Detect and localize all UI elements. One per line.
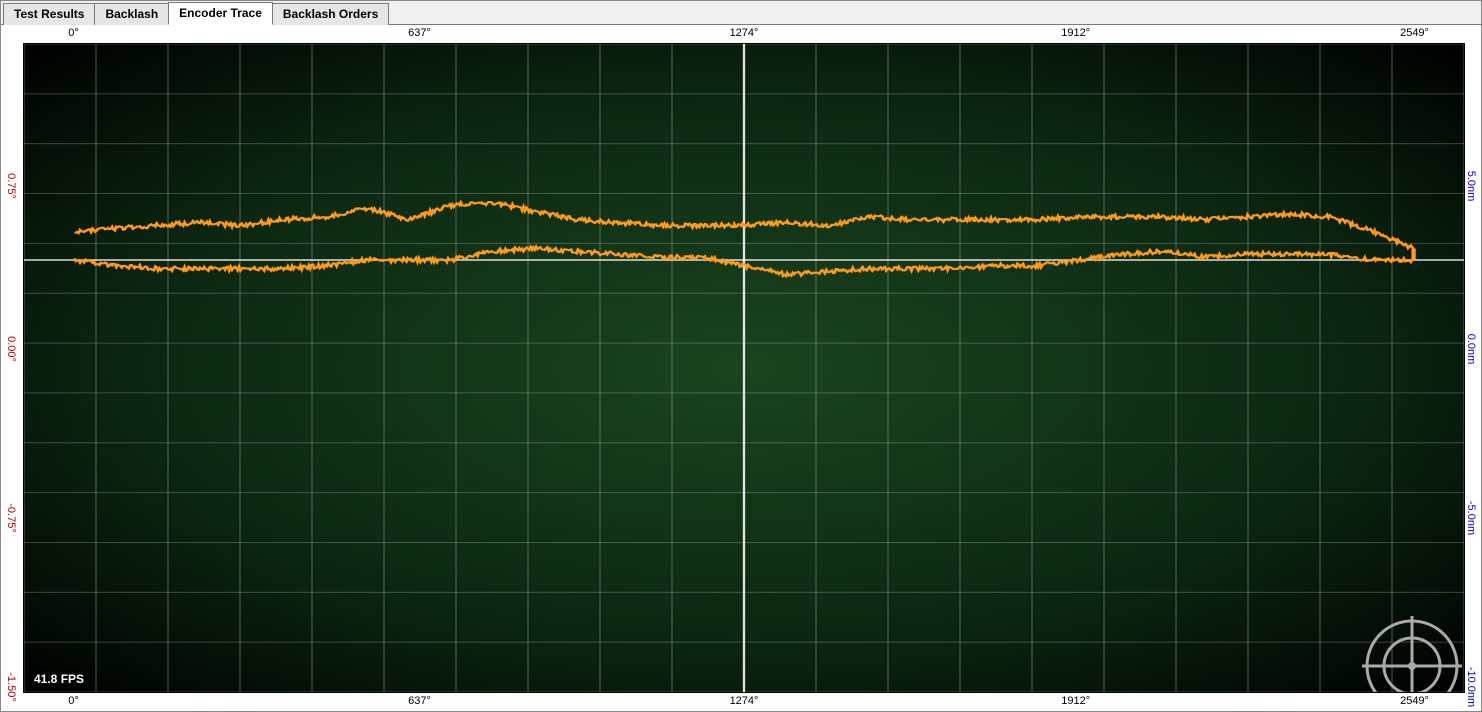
xtick-bot-4: 2549°: [1400, 695, 1429, 707]
rtick-1: 0.0nm: [1465, 333, 1477, 364]
oscilloscope-display[interactable]: 41.8 FPS: [23, 43, 1465, 693]
xtick-bot-3: 1912°: [1061, 695, 1090, 707]
ltick-2: -0.75°: [5, 503, 17, 532]
fps-readout: 41.8 FPS: [34, 672, 84, 686]
scope-container: 0° 637° 1274° 1912° 2549° 0° 637° 1274° …: [3, 27, 1479, 709]
app-window: Test Results Backlash Encoder Trace Back…: [0, 0, 1482, 712]
tab-test-results[interactable]: Test Results: [3, 3, 95, 25]
scope-svg: [24, 44, 1464, 692]
xtick-top-1: 637°: [408, 27, 431, 39]
ltick-0: 0.75°: [5, 173, 17, 199]
xtick-top-3: 1912°: [1061, 27, 1090, 39]
tab-backlash-orders[interactable]: Backlash Orders: [272, 3, 389, 25]
x-axis-top-ticks: 0° 637° 1274° 1912° 2549°: [23, 27, 1465, 41]
y-axis-right-ticks: 5.0nm 0.0nm -5.0nm -10.0nm: [1465, 43, 1479, 693]
xtick-top-2: 1274°: [730, 27, 759, 39]
ltick-1: 0.00°: [5, 336, 17, 362]
xtick-bot-0: 0°: [68, 695, 79, 707]
xtick-top-4: 2549°: [1400, 27, 1429, 39]
tab-encoder-trace[interactable]: Encoder Trace: [168, 2, 273, 25]
rtick-2: -5.0nm: [1465, 500, 1477, 534]
y-axis-left-ticks: 0.75° 0.00° -0.75° -1.50°: [5, 43, 19, 693]
content-pane: 0° 637° 1274° 1912° 2549° 0° 637° 1274° …: [1, 25, 1481, 711]
rtick-3: -10.0nm: [1465, 666, 1477, 706]
x-axis-bottom-ticks: 0° 637° 1274° 1912° 2549°: [23, 695, 1465, 709]
ltick-3: -1.50°: [5, 672, 17, 701]
tab-bar: Test Results Backlash Encoder Trace Back…: [1, 1, 1481, 25]
xtick-top-0: 0°: [68, 27, 79, 39]
tab-backlash[interactable]: Backlash: [94, 3, 169, 25]
xtick-bot-1: 637°: [408, 695, 431, 707]
rtick-0: 5.0nm: [1465, 171, 1477, 202]
xtick-bot-2: 1274°: [730, 695, 759, 707]
